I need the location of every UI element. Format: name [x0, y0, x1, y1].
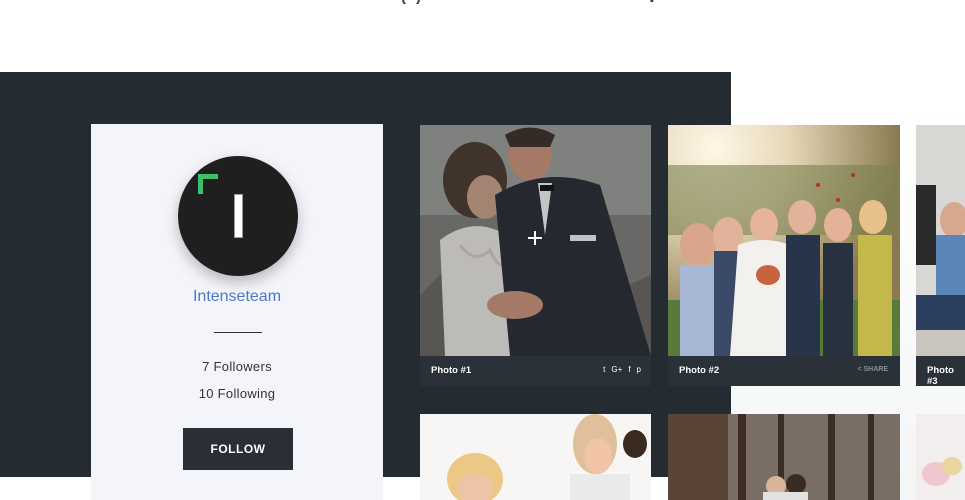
photo-title[interactable]: Photo #3 — [927, 365, 965, 386]
photo-card[interactable]: Photo #1 t G+ f p — [420, 125, 651, 386]
share-label: SHARE — [863, 366, 888, 373]
google-plus-icon[interactable]: G+ — [611, 365, 622, 374]
photo-card[interactable] — [420, 414, 651, 500]
pinterest-icon[interactable]: p — [637, 365, 641, 374]
photo-card[interactable]: Photo #3 — [916, 125, 965, 386]
photo-image — [916, 414, 965, 500]
photo-card[interactable]: Photo #2 < SHARE — [668, 125, 900, 386]
photo-card[interactable] — [916, 414, 965, 500]
heading-glyph — [402, 0, 420, 4]
photo-caption: Photo #1 t G+ f p — [420, 356, 651, 386]
twitter-icon[interactable]: t — [603, 365, 605, 374]
photo-image — [668, 125, 900, 356]
photo-caption: Photo #3 — [916, 356, 965, 386]
plus-icon[interactable] — [528, 231, 542, 245]
logo-corner-icon — [198, 174, 218, 194]
social-links: t G+ f p — [603, 365, 641, 374]
heading-fragment — [400, 0, 660, 4]
heading-glyph-end — [650, 0, 658, 3]
logo-bar-icon — [234, 194, 243, 238]
photo-title[interactable]: Photo #1 — [431, 365, 471, 376]
follow-button[interactable]: FOLLOW — [183, 428, 293, 470]
photo-image — [420, 414, 651, 500]
photo-title[interactable]: Photo #2 — [679, 365, 719, 376]
divider — [214, 332, 262, 333]
following-count[interactable]: 10 Following — [91, 386, 383, 401]
photo-image — [668, 414, 900, 500]
photo-caption: Photo #2 < SHARE — [668, 356, 900, 386]
avatar[interactable] — [178, 156, 298, 276]
photo-card[interactable] — [668, 414, 900, 500]
photo-image — [916, 125, 965, 356]
followers-count[interactable]: 7 Followers — [91, 359, 383, 374]
share-button[interactable]: < SHARE — [857, 366, 888, 373]
username-link[interactable]: Intenseteam — [91, 288, 383, 306]
profile-card: Intenseteam 7 Followers 10 Following FOL… — [91, 124, 383, 500]
facebook-icon[interactable]: f — [628, 365, 630, 374]
